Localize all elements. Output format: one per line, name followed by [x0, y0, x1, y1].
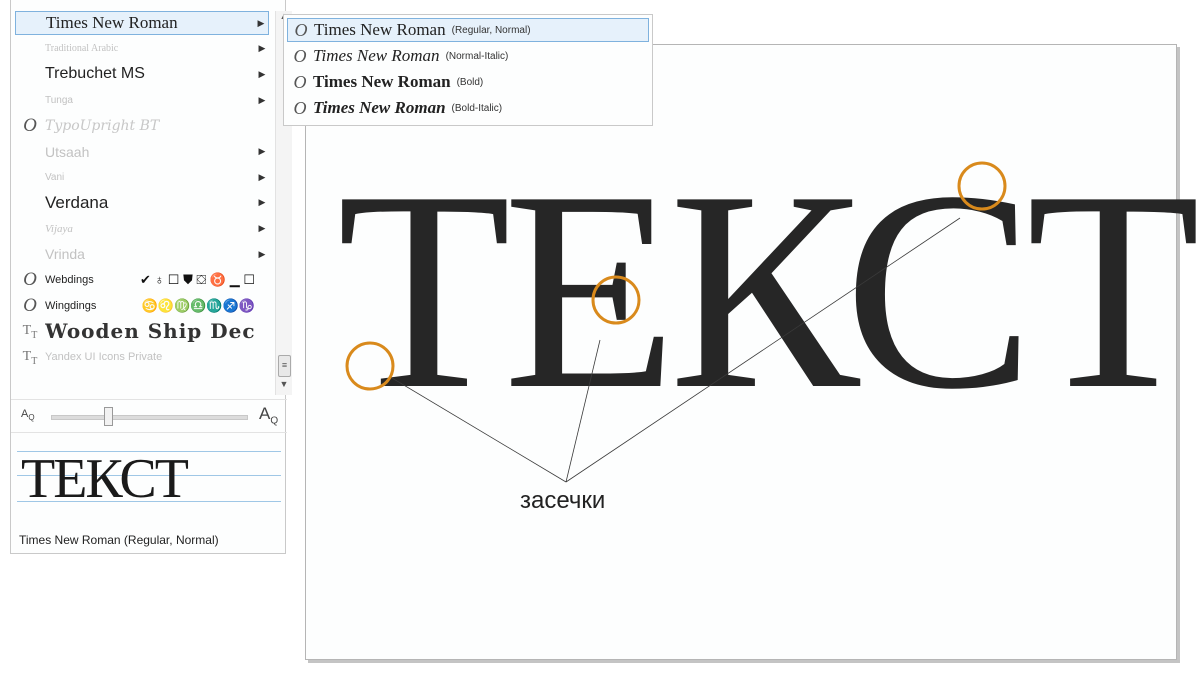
truetype-font-icon: TT: [22, 349, 38, 367]
submenu-arrow-icon: ▶: [258, 94, 266, 105]
preview-size-slider[interactable]: [51, 415, 248, 420]
font-sample-glyphs: ✔ ♁ ☐ ⛊ ⛋ ♉ ▁ ☐: [139, 272, 255, 287]
font-list: Times New Roman ▶ Traditional Arabic ▶ Trebu…: [11, 0, 273, 395]
font-list-item-label: Trebuchet MS: [45, 65, 145, 83]
font-list-item[interactable]: TT Wooden Ship Dec...: [15, 319, 269, 343]
font-list-item[interactable]: TT Yandex UI Icons Private: [15, 345, 269, 369]
submenu-arrow-icon: ▶: [258, 171, 266, 182]
font-sample-glyphs: ♋♌♍♎♏♐♑: [141, 297, 255, 313]
large-preview-size-icon[interactable]: AQ: [259, 404, 278, 426]
font-list-item[interactable]: Traditional Arabic ▶: [15, 37, 269, 61]
submenu-arrow-icon: ▶: [258, 197, 266, 208]
opentype-font-icon: O: [23, 269, 37, 290]
font-style-description: (Regular, Normal): [451, 24, 531, 36]
submenu-arrow-icon: ▶: [258, 68, 266, 79]
font-style-name: Times New Roman: [313, 98, 446, 117]
font-list-item[interactable]: Utsaah ▶: [15, 140, 269, 164]
preview-size-bar: AQ AQ: [11, 399, 287, 433]
font-style-item[interactable]: O Times New Roman (Bold): [287, 70, 649, 94]
scroll-down-arrow-icon[interactable]: ▼: [276, 379, 292, 393]
font-style-description: (Normal-Italic): [445, 50, 509, 62]
opentype-font-icon: O: [293, 71, 307, 92]
font-list-item[interactable]: Times New Roman ▶: [15, 11, 269, 35]
font-list-item-label: Tunga: [45, 94, 73, 106]
font-style-name: Times New Roman: [313, 72, 451, 91]
font-style-description: (Bold-Italic): [451, 102, 503, 114]
preview-text: ТЕКСТ: [21, 448, 189, 510]
small-preview-size-icon[interactable]: AQ: [21, 408, 35, 422]
font-list-item-label: Wooden Ship Dec...: [45, 319, 255, 344]
submenu-arrow-icon: ▶: [257, 17, 265, 28]
font-dropdown-panel: Times New Roman ▶ Traditional Arabic ▶ Trebu…: [10, 0, 292, 554]
font-list-item[interactable]: Trebuchet MS ▶: [15, 62, 269, 86]
font-list-item[interactable]: Tunga ▶: [15, 88, 269, 112]
opentype-font-icon: O: [23, 114, 37, 136]
font-list-item[interactable]: Vani ▶: [15, 165, 269, 189]
opentype-font-icon: O: [293, 45, 307, 66]
font-list-item[interactable]: O Wingdings ♋♌♍♎♏♐♑: [15, 294, 269, 318]
font-list-item-label: Verdana: [45, 192, 109, 212]
submenu-arrow-icon: ▶: [258, 248, 266, 259]
canvas-text[interactable]: ТЕКСТ: [337, 148, 1200, 433]
font-style-submenu: O Times New Roman (Regular, Normal) O Times …: [283, 14, 653, 126]
opentype-font-icon: O: [23, 294, 37, 316]
opentype-font-icon: O: [294, 19, 308, 40]
font-list-item[interactable]: O TypoUpright BT: [15, 114, 269, 138]
font-list-item[interactable]: Vrinda ▶: [15, 242, 269, 266]
font-list-item-label: TypoUpright BT: [45, 117, 160, 134]
font-list-item[interactable]: Vijaya ▶: [15, 217, 269, 241]
font-list-item-label: Vani: [45, 171, 65, 183]
font-list-item-label: Yandex UI Icons Private: [45, 351, 163, 364]
preview-font-caption: Times New Roman (Regular, Normal): [19, 533, 219, 547]
font-list-item-label: Vijaya: [45, 222, 73, 235]
preview-size-slider-thumb[interactable]: [104, 407, 113, 426]
callout-label: засечки: [520, 487, 606, 514]
opentype-font-icon: O: [293, 97, 307, 118]
font-style-description: (Bold): [456, 76, 484, 88]
font-list-item-label: Vrinda: [45, 246, 85, 263]
truetype-font-icon: TT: [22, 323, 38, 342]
font-list-item-label: Traditional Arabic: [45, 43, 119, 55]
submenu-arrow-icon: ▶: [258, 223, 266, 234]
font-style-item[interactable]: O Times New Roman (Normal-Italic): [287, 44, 649, 68]
font-list-item-label: Utsaah: [45, 143, 90, 160]
scroll-thumb[interactable]: ≡: [278, 355, 291, 377]
font-style-item[interactable]: O Times New Roman (Bold-Italic): [287, 96, 649, 120]
submenu-arrow-icon: ▶: [258, 146, 266, 156]
font-style-item[interactable]: O Times New Roman (Regular, Normal): [287, 18, 649, 42]
submenu-arrow-icon: ▶: [258, 43, 266, 54]
font-style-name: Times New Roman: [314, 20, 446, 39]
font-list-item[interactable]: Verdana ▶: [15, 191, 269, 215]
font-list-item-label: Times New Roman: [46, 13, 178, 32]
font-style-name: Times New Roman: [313, 46, 440, 65]
font-preview: ТЕКСТ: [11, 437, 287, 521]
font-list-item[interactable]: O Webdings ✔ ♁ ☐ ⛊ ⛋ ♉ ▁ ☐: [15, 268, 269, 292]
